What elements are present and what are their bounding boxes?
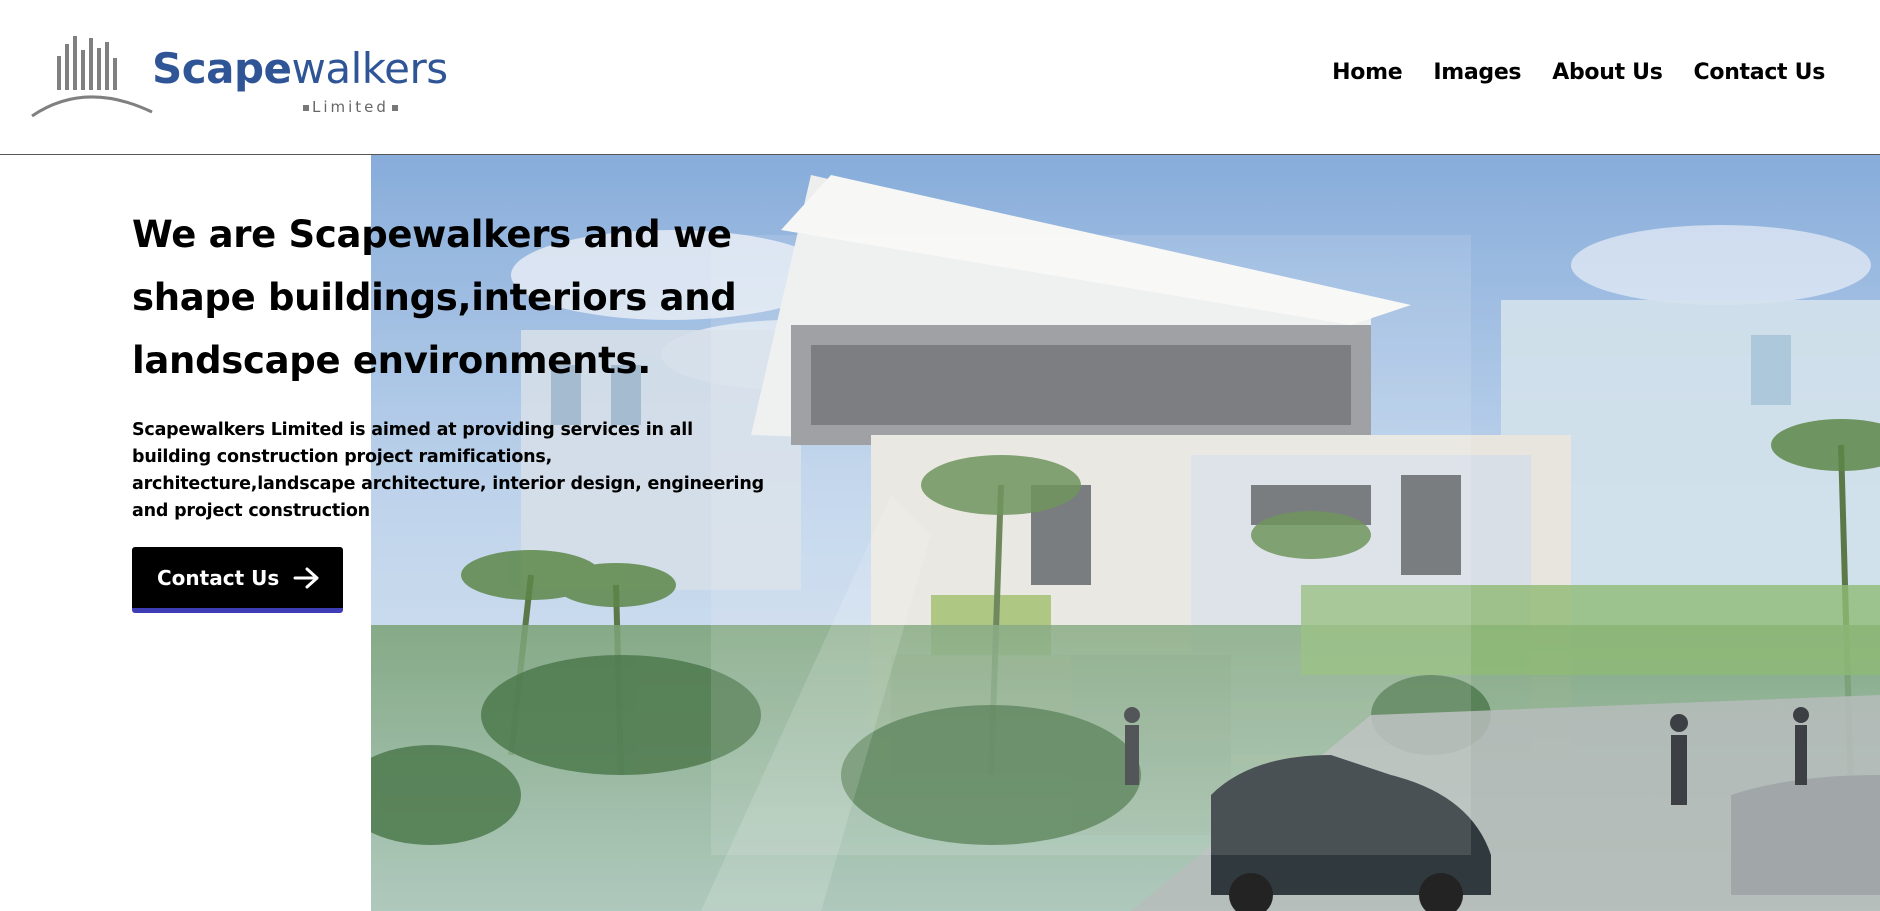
logo-tagline: Limited [300,98,401,116]
nav-about-us[interactable]: About Us [1552,60,1663,85]
nav-home[interactable]: Home [1332,60,1402,85]
hero-text: We are Scapewalkers and we shape buildin… [132,203,772,613]
logo-name-bold: Scape [152,44,292,93]
site-header: Scapewalkers Limited Home Images About U… [0,0,1880,155]
logo[interactable]: Scapewalkers Limited [30,30,448,120]
logo-mark-icon [31,36,153,118]
main-nav: Home Images About Us Contact Us [1332,60,1825,85]
logo-name-light: walkers [291,44,449,93]
hero-title: We are Scapewalkers and we shape buildin… [132,213,737,382]
hero-section: We are Scapewalkers and we shape buildin… [0,155,1880,911]
arrow-right-icon [293,567,319,588]
logo-tagline-text: Limited [312,98,389,116]
contact-us-button[interactable]: Contact Us [132,547,343,613]
nav-contact-us[interactable]: Contact Us [1694,60,1826,85]
contact-us-button-label: Contact Us [157,565,280,590]
hero-description: Scapewalkers Limited is aimed at providi… [132,420,764,521]
nav-images[interactable]: Images [1433,60,1521,85]
logo-wordmark: Scapewalkers [152,48,448,90]
